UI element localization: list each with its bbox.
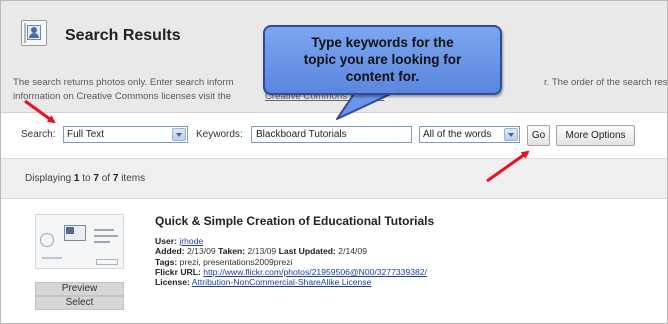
user-label: User:	[155, 236, 177, 246]
match-mode-select[interactable]: All of the words	[419, 126, 520, 143]
match-mode-value: All of the words	[423, 129, 492, 140]
callout-line-1: Type keywords for the	[311, 35, 454, 50]
chevron-down-icon[interactable]	[504, 128, 518, 141]
count-to-word: to	[79, 173, 94, 184]
go-button[interactable]: Go	[527, 125, 550, 146]
taken-value: 2/13/09	[247, 246, 277, 257]
more-options-button[interactable]: More Options	[556, 125, 635, 146]
preview-button[interactable]: Preview	[35, 282, 124, 296]
page-title: Search Results	[65, 27, 181, 44]
search-label: Search:	[21, 129, 56, 140]
search-field-select[interactable]: Full Text	[63, 126, 188, 143]
license-link[interactable]: Attribution-NonCommercial-ShareAlike Lic…	[192, 277, 372, 287]
keywords-label: Keywords:	[196, 129, 243, 140]
user-link[interactable]: jrhode	[179, 236, 203, 246]
result-thumbnail[interactable]	[35, 214, 124, 269]
search-toolbar: Search: Full Text Keywords: Blackboard T…	[1, 113, 667, 158]
instruction-callout: Type keywords for the topic you are look…	[263, 25, 502, 95]
chevron-down-icon[interactable]	[172, 128, 186, 141]
callout-line-3: content for.	[345, 69, 420, 84]
results-count: Displaying 1 to 7 of 7 items	[25, 173, 145, 184]
instructions-line-1-tail: r. The order of the search results a	[544, 77, 668, 88]
results-count-bar: Displaying 1 to 7 of 7 items	[1, 158, 667, 199]
select-button[interactable]: Select	[35, 296, 124, 310]
result-title: Quick & Simple Creation of Educational T…	[155, 214, 435, 228]
result-details: User: jrhode Added: 2/13/09 Taken: 2/13/…	[155, 236, 427, 287]
flickr-url-link[interactable]: http://www.flickr.com/photos/21959506@N0…	[203, 267, 427, 277]
search-results-window: Search Results The search returns photos…	[0, 0, 668, 324]
count-prefix: Displaying	[25, 173, 74, 184]
flickr-url-label: Flickr URL:	[155, 266, 201, 277]
license-label: License:	[155, 277, 190, 288]
callout-text: Type keywords for the topic you are look…	[265, 34, 500, 85]
updated-value: 2/14/09	[338, 246, 367, 257]
license-row: License: Attribution-NonCommercial-Share…	[155, 277, 427, 287]
flickr-url-row: Flickr URL: http://www.flickr.com/photos…	[155, 267, 427, 277]
callout-line-2: topic you are looking for	[303, 52, 462, 67]
added-value: 2/13/09	[187, 246, 216, 257]
taken-label: Taken:	[218, 246, 246, 257]
photo-album-icon	[21, 20, 47, 46]
tags-row: Tags: prezi, presentations2009prezi	[155, 257, 427, 267]
added-label: Added:	[155, 246, 185, 257]
count-items-word: items	[118, 173, 146, 184]
updated-label: Last Updated:	[278, 246, 336, 257]
instructions-line-2: information on Creative Commons licenses…	[13, 91, 232, 102]
search-field-value: Full Text	[67, 129, 105, 140]
dates-row: Added: 2/13/09 Taken: 2/13/09 Last Updat…	[155, 246, 427, 256]
count-of-word: of	[98, 173, 113, 184]
tags-label: Tags:	[155, 256, 178, 267]
tags-value: prezi, presentations2009prezi	[179, 256, 293, 267]
instructions-line-1: The search returns photos only. Enter se…	[13, 77, 234, 88]
user-row: User: jrhode	[155, 236, 427, 246]
keywords-input[interactable]: Blackboard Tutorials	[251, 126, 412, 143]
result-item: Preview Select Quick & Simple Creation o…	[1, 199, 667, 323]
